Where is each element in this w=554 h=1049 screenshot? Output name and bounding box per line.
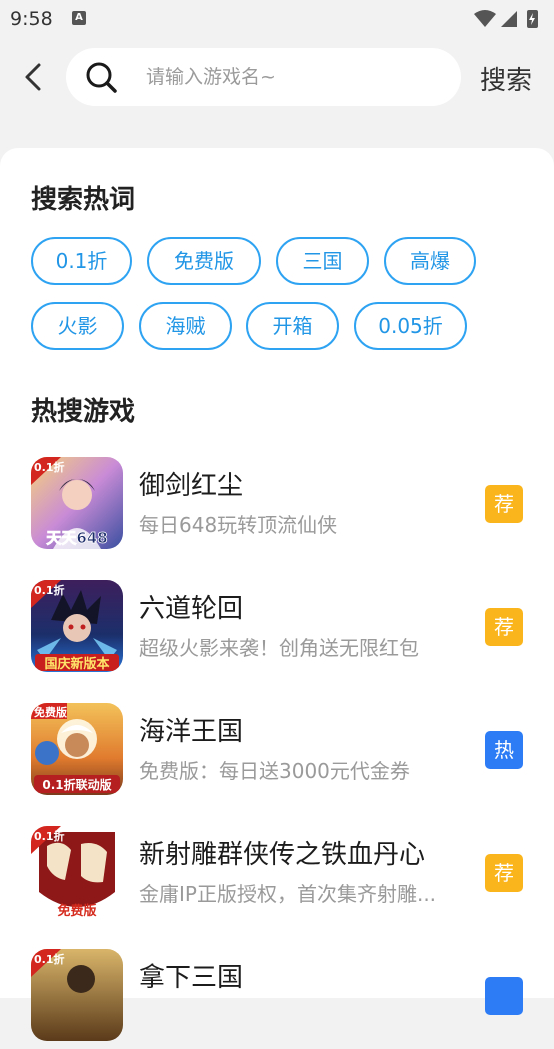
hot-word-chip[interactable]: 火影 (31, 302, 124, 350)
game-icon[interactable]: 0.1折 国庆新版本 (31, 580, 123, 672)
game-icon[interactable]: 0.1折 天天648 (31, 457, 123, 549)
search-input[interactable] (146, 62, 436, 92)
recommend-badge: 荐 (485, 485, 523, 523)
back-arrow-icon[interactable] (16, 58, 50, 96)
game-description: 免费版：每日送3000元代金券 (139, 759, 410, 783)
game-name: 六道轮回 (139, 594, 244, 624)
content-card: 搜索热词 0.1折 免费版 三国 高爆 火影 海贼 开箱 0.05折 热搜游戏 … (0, 148, 554, 1041)
hot-word-chip[interactable]: 免费版 (147, 237, 261, 285)
signal-battery-icon (474, 10, 538, 28)
search-header: 搜索 (0, 46, 554, 108)
game-item[interactable]: 0.1折 国庆新版本 六道轮回 超级火影来袭！创角送无限红包 荐 (0, 580, 554, 680)
game-icon-caption: 国庆新版本 (44, 656, 109, 672)
game-item[interactable]: 0.1折 免费版 新射雕群侠传之铁血丹心 金庸IP正版授权，首次集齐射雕... … (0, 826, 554, 926)
game-item[interactable]: 0.1折 天天648 御剑红尘 每日648玩转顶流仙侠 荐 (0, 457, 554, 557)
game-icon-tag: 0.1折 (34, 829, 65, 843)
game-badge (485, 977, 523, 1015)
game-item[interactable]: 免费版 0.1折联动版 海洋王国 免费版：每日送3000元代金券 热 (0, 703, 554, 803)
game-description: 金庸IP正版授权，首次集齐射雕... (139, 882, 437, 906)
game-description: 超级火影来袭！创角送无限红包 (139, 636, 419, 660)
notification-icon: A (72, 11, 86, 25)
game-icon-tag: 0.1折 (34, 952, 65, 966)
game-icon-tag: 0.1折 (34, 460, 65, 474)
search-box[interactable] (66, 48, 461, 106)
hot-badge: 热 (485, 731, 523, 769)
status-bar: 9:58 A (0, 0, 554, 36)
game-name: 拿下三国 (139, 963, 244, 993)
hot-word-chip[interactable]: 三国 (276, 237, 369, 285)
hot-word-chip[interactable]: 0.1折 (31, 237, 132, 285)
recommend-badge: 荐 (485, 854, 523, 892)
game-icon-tag: 免费版 (34, 705, 67, 719)
search-button[interactable]: 搜索 (480, 60, 532, 97)
game-icon[interactable]: 0.1折 免费版 (31, 826, 123, 918)
game-description: 每日648玩转顶流仙侠 (139, 513, 338, 537)
game-icon-caption: 0.1折联动版 (42, 777, 111, 792)
hot-games-title: 热搜游戏 (31, 397, 136, 427)
hot-word-chip[interactable]: 高爆 (384, 237, 476, 285)
game-icon-caption: 天天648 (46, 529, 107, 547)
game-name: 新射雕群侠传之铁血丹心 (139, 840, 426, 870)
recommend-badge: 荐 (485, 608, 523, 646)
game-icon[interactable]: 0.1折 (31, 949, 123, 1041)
game-name: 海洋王国 (139, 717, 244, 747)
hot-words-title: 搜索热词 (31, 185, 136, 215)
game-icon[interactable]: 免费版 0.1折联动版 (31, 703, 123, 795)
hot-word-chip[interactable]: 海贼 (139, 302, 232, 350)
hot-word-chip[interactable]: 0.05折 (354, 302, 467, 350)
game-icon-caption: 免费版 (57, 903, 96, 918)
status-time: 9:58 (10, 8, 53, 30)
search-icon (86, 62, 117, 93)
game-item[interactable]: 0.1折 拿下三国 (0, 949, 554, 1049)
game-name: 御剑红尘 (139, 471, 244, 501)
game-icon-tag: 0.1折 (34, 583, 65, 597)
hot-word-chip[interactable]: 开箱 (246, 302, 339, 350)
